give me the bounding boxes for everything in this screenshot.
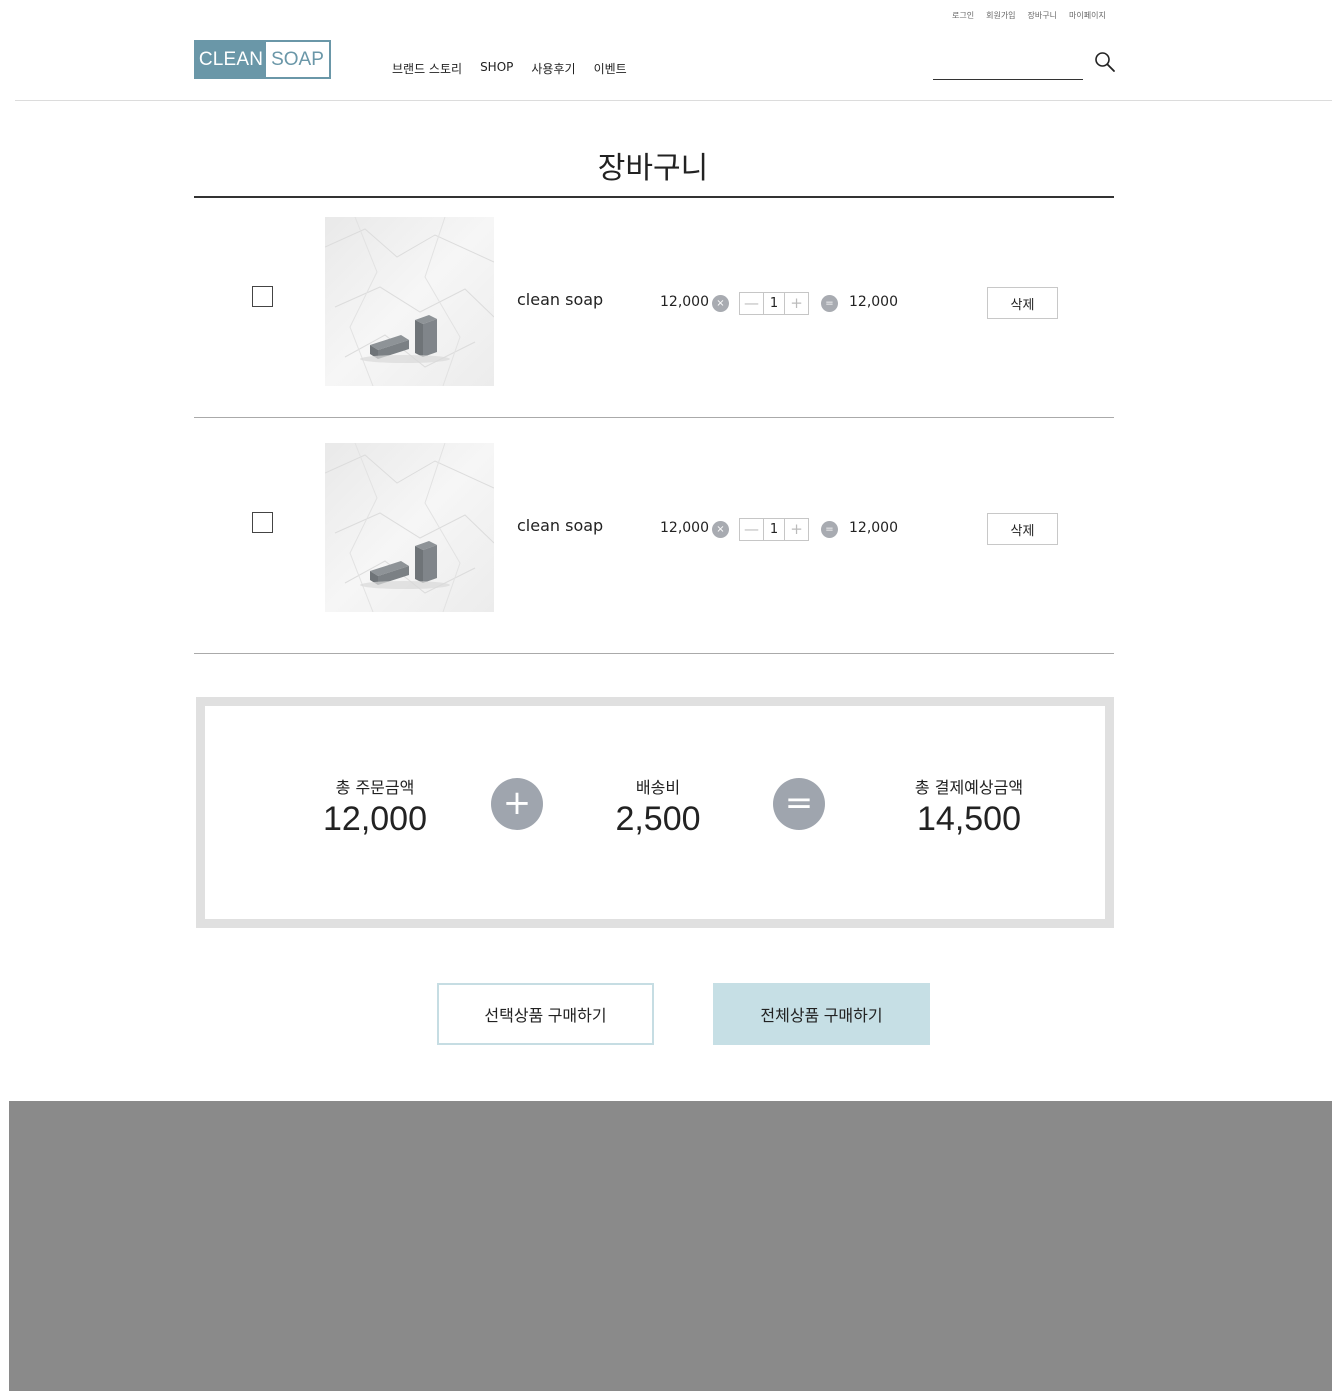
utility-nav: 로그인 회원가입 장바구니 마이페이지: [952, 10, 1106, 21]
footer: [9, 1101, 1332, 1391]
equals-icon: =: [773, 778, 825, 830]
product-price: 12,000: [660, 520, 709, 536]
logo[interactable]: CLEAN SOAP: [194, 40, 331, 79]
product-name: clean soap: [517, 290, 604, 309]
multiply-icon: ×: [712, 295, 729, 312]
quantity-stepper: — 1 +: [739, 518, 809, 541]
nav-reviews[interactable]: 사용후기: [531, 60, 575, 77]
product-name: clean soap: [517, 516, 604, 535]
order-amount-block: 총 주문금액 12,000: [295, 774, 455, 839]
buy-all-button[interactable]: 전체상품 구매하기: [713, 983, 930, 1045]
nav-event[interactable]: 이벤트: [594, 60, 627, 77]
shipping-fee-label: 배송비: [635, 778, 681, 797]
signup-link[interactable]: 회원가입: [986, 10, 1015, 21]
nav-brand-story[interactable]: 브랜드 스토리: [392, 60, 462, 77]
row-total: 12,000: [849, 520, 898, 536]
quantity-stepper: — 1 +: [739, 292, 809, 315]
buy-selected-button[interactable]: 선택상품 구매하기: [437, 983, 654, 1045]
equals-icon: =: [821, 295, 838, 312]
shipping-fee-block: 배송비 2,500: [588, 774, 728, 839]
quantity-value[interactable]: 1: [763, 519, 785, 540]
product-image: [325, 443, 494, 612]
product-price: 12,000: [660, 294, 709, 310]
equals-icon: =: [821, 521, 838, 538]
quantity-decrease-button[interactable]: —: [740, 293, 763, 314]
main-nav: 브랜드 스토리 SHOP 사용후기 이벤트: [392, 60, 645, 77]
quantity-increase-button[interactable]: +: [785, 519, 808, 540]
mypage-link[interactable]: 마이페이지: [1069, 10, 1106, 21]
item-checkbox[interactable]: [252, 286, 273, 307]
multiply-icon: ×: [712, 521, 729, 538]
total-amount-label: 총 결제예상금액: [914, 778, 1024, 797]
delete-button[interactable]: 삭제: [987, 287, 1058, 319]
plus-icon: +: [491, 778, 543, 830]
header-divider: [15, 100, 1332, 101]
total-amount-block: 총 결제예상금액 14,500: [879, 774, 1059, 839]
cart-row: clean soap 12,000 × — 1 + = 12,000 삭제: [194, 198, 1114, 418]
search-icon[interactable]: [1094, 51, 1116, 73]
row-total: 12,000: [849, 294, 898, 310]
page-title: 장바구니: [597, 151, 709, 186]
total-amount-value: 14,500: [917, 800, 1021, 838]
quantity-decrease-button[interactable]: —: [740, 519, 763, 540]
quantity-increase-button[interactable]: +: [785, 293, 808, 314]
cart-row: clean soap 12,000 × — 1 + = 12,000 삭제: [194, 419, 1114, 654]
order-summary: 총 주문금액 12,000 + 배송비 2,500 = 총 결제예상금액 14,…: [196, 697, 1114, 928]
shipping-fee-value: 2,500: [615, 800, 701, 838]
quantity-value[interactable]: 1: [763, 293, 785, 314]
logo-clean-text: CLEAN: [196, 42, 266, 77]
order-amount-value: 12,000: [323, 800, 427, 838]
cart-link[interactable]: 장바구니: [1028, 10, 1057, 21]
nav-shop[interactable]: SHOP: [480, 60, 513, 77]
product-image: [325, 217, 494, 386]
logo-soap-text: SOAP: [271, 48, 324, 70]
item-checkbox[interactable]: [252, 512, 273, 533]
search-input[interactable]: [933, 52, 1083, 80]
login-link[interactable]: 로그인: [952, 10, 974, 21]
order-amount-label: 총 주문금액: [335, 778, 415, 797]
delete-button[interactable]: 삭제: [987, 513, 1058, 545]
